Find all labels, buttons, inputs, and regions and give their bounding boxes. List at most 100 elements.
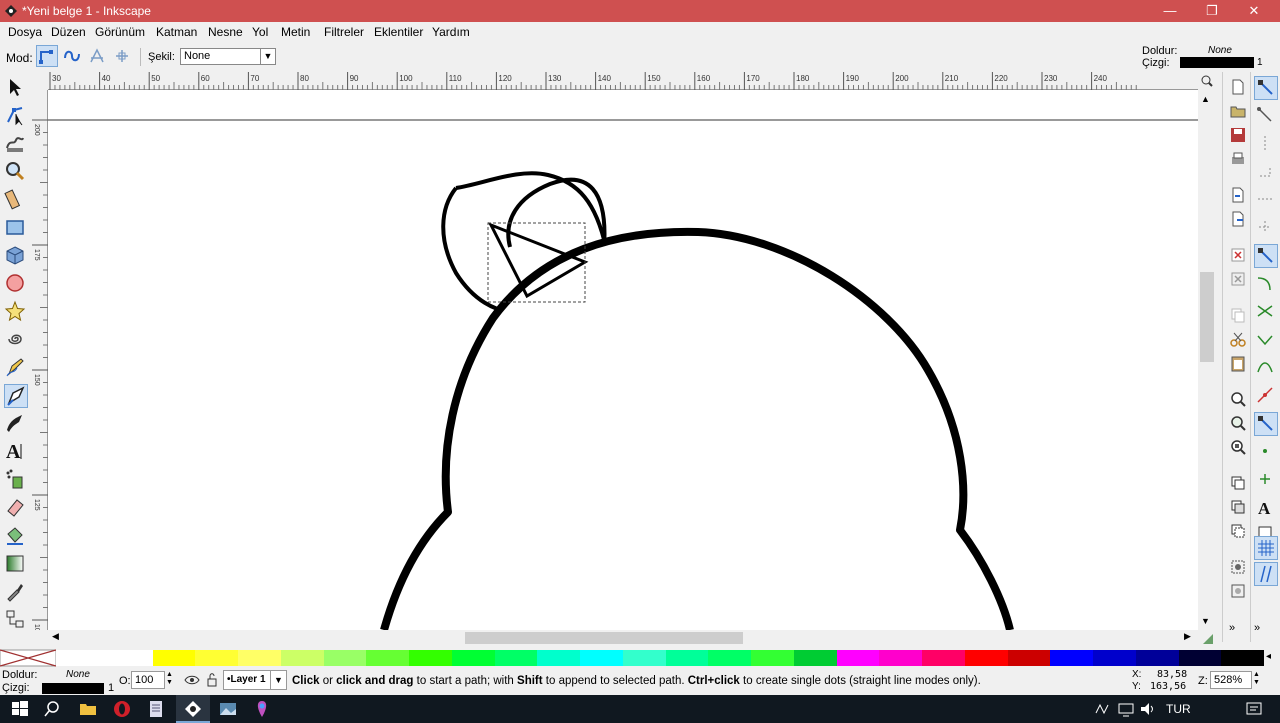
opera-icon[interactable] xyxy=(112,699,132,719)
menu-yardim[interactable]: Yardım xyxy=(432,25,470,39)
ruler-top[interactable]: 30 40 50 60 70 80 90 100 110 120 130 140 150 160 170 18… xyxy=(48,72,1198,90)
bezier-mode-button[interactable] xyxy=(36,45,58,67)
snap-object-midpoints-button[interactable] xyxy=(1254,440,1278,464)
bspline-mode-button[interactable] xyxy=(86,45,108,67)
palette-swatch[interactable] xyxy=(409,650,453,666)
cut-button[interactable] xyxy=(1229,330,1247,348)
gradient-tool[interactable] xyxy=(4,552,28,576)
zoom-tool[interactable] xyxy=(4,160,28,184)
eraser-tool[interactable] xyxy=(4,496,28,520)
redo-button[interactable] xyxy=(1229,270,1247,288)
menu-duzen[interactable]: Düzen xyxy=(51,25,86,39)
palette-menu-icon[interactable]: ◂ xyxy=(1266,651,1271,662)
monitor-icon[interactable] xyxy=(1116,699,1136,719)
tweak-tool[interactable] xyxy=(4,132,28,156)
snap-cusp-nodes-button[interactable] xyxy=(1254,328,1278,352)
sticky-zoom-icon[interactable] xyxy=(1200,632,1216,646)
snap-smooth-nodes-button[interactable] xyxy=(1254,356,1278,380)
import-button[interactable] xyxy=(1229,186,1247,204)
zoom-page-button[interactable] xyxy=(1229,438,1247,456)
zoom-corner-icon[interactable] xyxy=(1198,74,1216,88)
inkscape-taskbar-button[interactable] xyxy=(176,695,210,723)
menu-gorunum[interactable]: Görünüm xyxy=(95,25,145,39)
palette-swatch[interactable] xyxy=(451,650,496,666)
eye-icon[interactable] xyxy=(184,673,200,687)
paste-button[interactable] xyxy=(1229,354,1247,372)
save-button[interactable] xyxy=(1229,126,1247,144)
horizontal-scrollbar[interactable]: ◀ ▶ xyxy=(48,630,1198,646)
new-document-button[interactable] xyxy=(1229,78,1247,96)
chevron-down-icon[interactable]: ▼ xyxy=(270,671,286,689)
rectangle-tool[interactable] xyxy=(4,216,28,240)
dropper-tool[interactable] xyxy=(4,580,28,604)
palette-swatch[interactable] xyxy=(195,650,239,666)
maximize-button[interactable]: ❐ xyxy=(1192,0,1232,22)
stroke-color-swatch[interactable] xyxy=(1180,57,1254,68)
palette-swatch[interactable] xyxy=(793,650,838,666)
snap-toggle-button[interactable] xyxy=(1254,76,1278,100)
opacity-spinner[interactable]: ▲ ▼ xyxy=(166,671,176,689)
menu-yol[interactable]: Yol xyxy=(252,25,268,39)
palette-swatch[interactable] xyxy=(56,650,110,666)
document-app-icon[interactable] xyxy=(146,699,166,719)
snap-bbox-midpoints-button[interactable] xyxy=(1254,188,1278,212)
menu-dosya[interactable]: Dosya xyxy=(8,25,42,39)
spray-tool[interactable] xyxy=(4,468,28,492)
spiro-mode-button[interactable] xyxy=(61,45,83,67)
snap-bbox-edges-button[interactable] xyxy=(1254,132,1278,156)
menu-filtreler[interactable]: Filtreler xyxy=(324,25,364,39)
unlink-clone-button[interactable] xyxy=(1229,522,1247,540)
shape-select[interactable]: None ▼ xyxy=(180,48,276,65)
palette-swatch[interactable] xyxy=(537,650,581,666)
ellipse-tool[interactable] xyxy=(4,272,28,296)
scroll-up-icon[interactable]: ▲ xyxy=(1201,94,1210,104)
minimize-button[interactable]: — xyxy=(1150,0,1190,22)
palette-swatch[interactable] xyxy=(1050,650,1094,666)
group-button[interactable] xyxy=(1229,558,1247,576)
more-snap-button[interactable]: » xyxy=(1254,622,1278,646)
scroll-down-icon[interactable]: ▼ xyxy=(1201,616,1210,626)
paraxial-mode-button[interactable] xyxy=(111,45,133,67)
export-button[interactable] xyxy=(1229,210,1247,228)
print-button[interactable] xyxy=(1229,150,1247,168)
vertical-scrollbar[interactable]: ▲ ▼ xyxy=(1198,90,1216,630)
zoom-spinner[interactable]: ▲ ▼ xyxy=(1253,671,1263,689)
palette-swatch[interactable] xyxy=(1221,650,1265,666)
palette-swatch[interactable] xyxy=(879,650,923,666)
star-tool[interactable] xyxy=(4,300,28,324)
pencil-tool[interactable] xyxy=(4,356,28,380)
lock-icon[interactable] xyxy=(206,672,218,688)
palette-swatch[interactable] xyxy=(1178,650,1222,666)
palette-swatch[interactable] xyxy=(280,650,325,666)
status-stroke-swatch[interactable] xyxy=(42,683,104,694)
close-button[interactable]: ✕ xyxy=(1234,0,1274,22)
palette-swatch[interactable] xyxy=(110,650,154,666)
text-tool[interactable]: A xyxy=(4,440,28,464)
pen-tool[interactable] xyxy=(4,384,28,408)
scroll-right-icon[interactable]: ▶ xyxy=(1184,631,1191,642)
palette-swatch[interactable] xyxy=(152,650,196,666)
menu-metin[interactable]: Metin xyxy=(281,25,310,39)
file-explorer-icon[interactable] xyxy=(78,699,98,719)
snap-grid-button[interactable] xyxy=(1254,536,1278,560)
zoom-input[interactable]: 528% xyxy=(1210,671,1252,689)
palette-swatch[interactable] xyxy=(751,650,795,666)
palette-swatch[interactable] xyxy=(964,650,1009,666)
network-icon[interactable] xyxy=(1092,699,1112,719)
menu-eklentiler[interactable]: Eklentiler xyxy=(374,25,423,39)
maps-app-icon[interactable] xyxy=(252,699,272,719)
palette-swatch[interactable] xyxy=(708,650,752,666)
clone-button[interactable] xyxy=(1229,498,1247,516)
spiral-tool[interactable] xyxy=(4,328,28,352)
zoom-selection-button[interactable] xyxy=(1229,390,1247,408)
palette-swatch[interactable] xyxy=(836,650,880,666)
node-tool[interactable] xyxy=(4,104,28,128)
opacity-input[interactable]: 100 xyxy=(131,671,165,689)
palette-swatch[interactable] xyxy=(922,650,966,666)
palette-swatch[interactable] xyxy=(1007,650,1051,666)
palette-swatch[interactable] xyxy=(366,650,410,666)
drawing-canvas[interactable] xyxy=(48,90,1198,630)
search-icon[interactable] xyxy=(42,699,62,719)
menu-nesne[interactable]: Nesne xyxy=(208,25,243,39)
open-button[interactable] xyxy=(1229,102,1247,120)
